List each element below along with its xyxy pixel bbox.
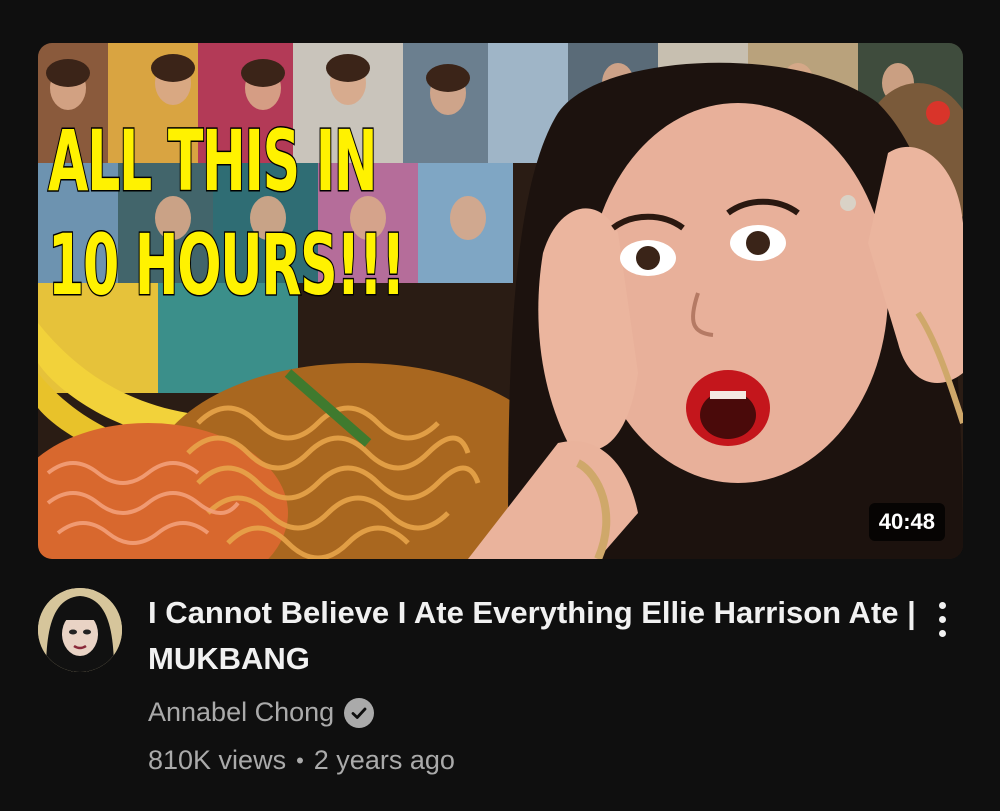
avatar-image: [38, 588, 122, 672]
duration-badge: 40:48: [868, 503, 945, 541]
headline-line-1: ALL THIS IN: [47, 111, 378, 212]
upload-age: 2 years ago: [313, 745, 455, 775]
video-card[interactable]: ALL THIS IN 10 HOURS!!! 40:48 I Cannot B…: [0, 0, 1000, 811]
view-count: 810K views: [148, 745, 287, 775]
video-title[interactable]: I Cannot Believe I Ate Everything Ellie …: [148, 590, 918, 682]
video-stats: 810K views • 2 years ago: [148, 745, 455, 776]
video-thumbnail[interactable]: ALL THIS IN 10 HOURS!!! 40:48: [38, 43, 963, 559]
more-options-icon[interactable]: [930, 596, 954, 642]
thumbnail-headline: ALL THIS IN 10 HOURS!!!: [47, 109, 406, 317]
headline-line-2: 10 HOURS!!!: [47, 215, 406, 316]
channel-row: Annabel Chong: [148, 697, 375, 728]
channel-name[interactable]: Annabel Chong: [148, 697, 334, 728]
verified-check-icon: [344, 697, 375, 728]
separator-dot: •: [296, 747, 304, 773]
channel-avatar[interactable]: [38, 588, 122, 672]
